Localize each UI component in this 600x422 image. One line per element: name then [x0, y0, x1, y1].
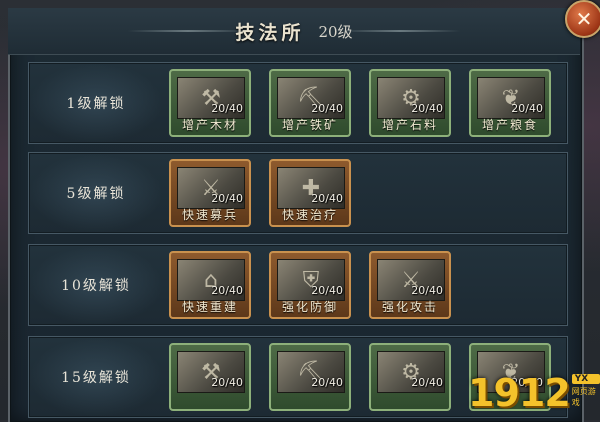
skill-name: 快速重建 — [181, 300, 238, 314]
skill-progress-count: 20/40 — [511, 102, 543, 115]
unlock-level-label: 1级解锁 — [29, 63, 163, 143]
site-watermark: 1912 YX 网页游戏 — [468, 374, 600, 412]
skill-tile[interactable]: ⛏ 20/40 — [269, 343, 351, 411]
skill-name: 增产铁矿 — [281, 118, 338, 132]
skill-tile[interactable]: ⚔ 20/40 快速募兵 — [169, 159, 251, 227]
skill-tile[interactable]: ⚔ 20/40 强化攻击 — [369, 251, 451, 319]
skill-tile-list: ⌂ 20/40 快速重建 ⛨ 20/40 强化防御 ⚔ 20/40 强化攻击 — [169, 251, 451, 319]
unlock-level-label: 5级解锁 — [29, 153, 163, 233]
unlock-row: 5级解锁 ⚔ 20/40 快速募兵 ✚ 20/40 快速治疗 — [28, 152, 568, 234]
skill-tile[interactable]: ⚙ 20/40 增产石料 — [369, 69, 451, 137]
unlock-level-label: 15级解锁 — [29, 337, 163, 417]
skill-progress-count: 20/40 — [211, 284, 243, 297]
skill-name: 增产木材 — [181, 118, 238, 132]
title-bar: 技法所 20级 — [8, 8, 580, 55]
skill-name: 强化防御 — [281, 300, 338, 314]
skill-name: 强化攻击 — [381, 300, 438, 314]
close-icon: ✕ — [575, 7, 593, 31]
watermark-badge: YX — [571, 374, 600, 384]
skill-tile-list: ⚔ 20/40 快速募兵 ✚ 20/40 快速治疗 — [169, 159, 351, 227]
skill-tile[interactable]: ✚ 20/40 快速治疗 — [269, 159, 351, 227]
skill-progress-count: 20/40 — [311, 284, 343, 297]
skill-progress-count: 20/40 — [411, 284, 443, 297]
skill-name: 快速治疗 — [281, 208, 338, 222]
skill-progress-count: 20/40 — [311, 376, 343, 389]
skill-tile-list: ⚒ 20/40 增产木材 ⛏ 20/40 增产铁矿 ⚙ 20/40 增产石料 ❦ 20/40 增产粮食 — [169, 69, 551, 137]
skill-tile[interactable]: ⚒ 20/40 — [169, 343, 251, 411]
watermark-digits: 1912 — [468, 371, 571, 415]
skill-progress-count: 20/40 — [311, 102, 343, 115]
unlock-level-label: 10级解锁 — [29, 245, 163, 325]
skill-tile[interactable]: ❦ 20/40 增产粮食 — [469, 69, 551, 137]
title-ornament-left — [128, 30, 248, 32]
watermark-subtitle: 网页游戏 — [571, 387, 596, 407]
skill-progress-count: 20/40 — [211, 102, 243, 115]
skill-name: 增产粮食 — [481, 118, 538, 132]
title-ornament-right — [340, 30, 460, 32]
skill-tile[interactable]: ⚙ 20/40 — [369, 343, 451, 411]
skill-tile[interactable]: ⛨ 20/40 强化防御 — [269, 251, 351, 319]
unlock-row: 10级解锁 ⌂ 20/40 快速重建 ⛨ 20/40 强化防御 ⚔ 20/40 强化攻击 — [28, 244, 568, 326]
skill-progress-count: 20/40 — [211, 192, 243, 205]
skill-tile[interactable]: ⌂ 20/40 快速重建 — [169, 251, 251, 319]
skill-tile[interactable]: ⛏ 20/40 增产铁矿 — [269, 69, 351, 137]
skill-progress-count: 20/40 — [211, 376, 243, 389]
unlock-row: 1级解锁 ⚒ 20/40 增产木材 ⛏ 20/40 增产铁矿 ⚙ 20/40 增产石料 ❦ 20/40… — [28, 62, 568, 144]
skill-progress-count: 20/40 — [311, 192, 343, 205]
skill-name: 快速募兵 — [181, 208, 238, 222]
skill-tile[interactable]: ⚒ 20/40 增产木材 — [169, 69, 251, 137]
skill-progress-count: 20/40 — [411, 102, 443, 115]
close-button[interactable]: ✕ — [565, 0, 600, 38]
skill-progress-count: 20/40 — [411, 376, 443, 389]
skill-name: 增产石料 — [381, 118, 438, 132]
